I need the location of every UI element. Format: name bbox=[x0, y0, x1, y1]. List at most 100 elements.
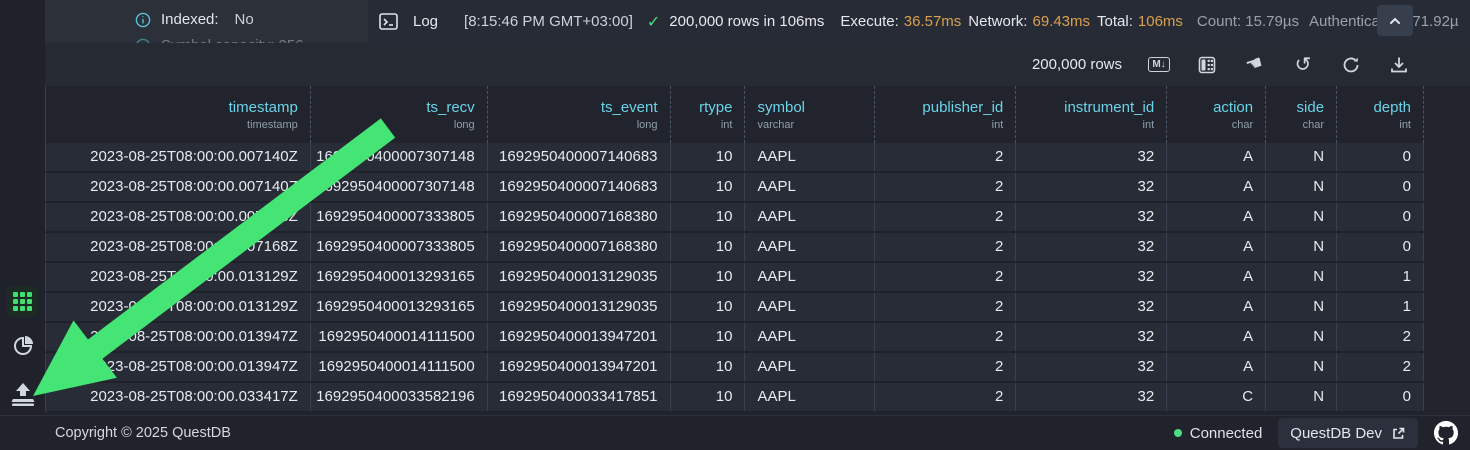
table-body: 2023-08-25T08:00:00.007140Z1692950400007… bbox=[45, 143, 1424, 413]
pointer-hand-icon[interactable]: ☚ bbox=[1244, 54, 1266, 76]
table-cell: 2 bbox=[875, 203, 1016, 231]
indexed-label: Indexed: bbox=[161, 11, 219, 28]
table-cell: 1692950400007307148 bbox=[311, 143, 488, 171]
table-row[interactable]: 2023-08-25T08:00:00.007140Z1692950400007… bbox=[45, 143, 1424, 173]
table-cell: N bbox=[1266, 233, 1337, 261]
table-cell: 1692950400007140683 bbox=[488, 173, 671, 201]
table-cell: 2023-08-25T08:00:00.033417Z bbox=[46, 383, 311, 411]
table-cell: 0 bbox=[1337, 143, 1424, 171]
table-cell: 1692950400007168380 bbox=[488, 203, 671, 231]
table-row[interactable]: 2023-08-25T08:00:00.033417Z1692950400033… bbox=[45, 383, 1424, 413]
table-cell: 2023-08-25T08:00:00.013129Z bbox=[46, 263, 311, 291]
table-cell: 1692950400007333805 bbox=[311, 203, 488, 231]
column-header-symbol[interactable]: symbolvarchar bbox=[745, 86, 875, 143]
table-cell: 1692950400014111500 bbox=[311, 323, 488, 351]
table-cell: 1692950400013947201 bbox=[488, 353, 671, 381]
table-cell: A bbox=[1167, 233, 1266, 261]
table-cell: 2 bbox=[875, 263, 1016, 291]
table-cell: 0 bbox=[1337, 233, 1424, 261]
markdown-export-icon[interactable]: M↓ bbox=[1148, 54, 1170, 76]
table-cell: 10 bbox=[671, 353, 746, 381]
download-icon[interactable] bbox=[1388, 54, 1410, 76]
column-header-timestamp[interactable]: timestamptimestamp bbox=[46, 86, 311, 143]
sidebar-item-import[interactable] bbox=[8, 379, 38, 409]
table-cell: A bbox=[1167, 293, 1266, 321]
column-header-ts_recv[interactable]: ts_recvlong bbox=[311, 86, 488, 143]
table-cell: AAPL bbox=[745, 353, 875, 381]
column-header-publisher_id[interactable]: publisher_idint bbox=[875, 86, 1016, 143]
table-cell: 32 bbox=[1016, 173, 1167, 201]
grid-table-icon bbox=[13, 292, 32, 311]
table-row[interactable]: 2023-08-25T08:00:00.013947Z1692950400014… bbox=[45, 353, 1424, 383]
column-header-instrument_id[interactable]: instrument_idint bbox=[1016, 86, 1167, 143]
column-header-depth[interactable]: depthint bbox=[1337, 86, 1424, 143]
table-row[interactable]: 2023-08-25T08:00:00.013129Z1692950400013… bbox=[45, 293, 1424, 323]
success-check-icon: ✓ bbox=[647, 12, 660, 32]
collapse-panel-button[interactable] bbox=[1377, 5, 1413, 36]
table-row[interactable]: 2023-08-25T08:00:00.013947Z1692950400014… bbox=[45, 323, 1424, 353]
sidebar-item-grid[interactable] bbox=[7, 286, 38, 317]
stat-label: Total: bbox=[1097, 13, 1133, 30]
table-cell: 2 bbox=[875, 353, 1016, 381]
table-cell: AAPL bbox=[745, 383, 875, 411]
table-cell: N bbox=[1266, 293, 1337, 321]
table-cell: AAPL bbox=[745, 143, 875, 171]
table-cell: 1692950400007168380 bbox=[488, 233, 671, 261]
table-cell: N bbox=[1266, 263, 1337, 291]
table-cell: 1692950400007307148 bbox=[311, 173, 488, 201]
query-timestamp: [8:15:46 PM GMT+03:00] bbox=[464, 13, 633, 30]
indexed-value: No bbox=[235, 11, 254, 28]
refresh-icon[interactable] bbox=[1340, 54, 1362, 76]
table-row[interactable]: 2023-08-25T08:00:00.007168Z1692950400007… bbox=[45, 203, 1424, 233]
table-cell: 1692950400007140683 bbox=[488, 143, 671, 171]
table-cell: 2023-08-25T08:00:00.007140Z bbox=[46, 173, 311, 201]
table-cell: 10 bbox=[671, 263, 746, 291]
table-cell: 2023-08-25T08:00:00.007168Z bbox=[46, 233, 311, 261]
table-cell: 1692950400013293165 bbox=[311, 293, 488, 321]
github-icon[interactable] bbox=[1434, 421, 1458, 445]
column-header-ts_event[interactable]: ts_eventlong bbox=[488, 86, 671, 143]
stat-label: Execute: bbox=[840, 13, 898, 30]
count-stat: Count: 15.79µs bbox=[1197, 13, 1299, 30]
table-cell: 2 bbox=[1337, 353, 1424, 381]
table-cell: 1692950400033417851 bbox=[488, 383, 671, 411]
table-cell: 1692950400033582196 bbox=[311, 383, 488, 411]
table-cell: 2023-08-25T08:00:00.013947Z bbox=[46, 353, 311, 381]
table-row[interactable]: 2023-08-25T08:00:00.007168Z1692950400007… bbox=[45, 233, 1424, 263]
history-icon[interactable]: ↺ bbox=[1292, 54, 1314, 76]
table-cell: A bbox=[1167, 323, 1266, 351]
table-cell: 10 bbox=[671, 293, 746, 321]
table-cell: 0 bbox=[1337, 203, 1424, 231]
query-result-text: 200,000 rows in 106ms bbox=[669, 13, 824, 30]
pie-chart-icon bbox=[11, 334, 35, 358]
column-header-side[interactable]: sidechar bbox=[1266, 86, 1337, 143]
table-cell: N bbox=[1266, 143, 1337, 171]
table-cell: 10 bbox=[671, 383, 746, 411]
table-cell: 2023-08-25T08:00:00.007140Z bbox=[46, 143, 311, 171]
stat-value: 36.57ms bbox=[904, 13, 962, 30]
table-cell: N bbox=[1266, 383, 1337, 411]
table-row[interactable]: 2023-08-25T08:00:00.013129Z1692950400013… bbox=[45, 263, 1424, 293]
table-cell: N bbox=[1266, 203, 1337, 231]
grid-toolbar: 200,000 rows M↓ ☚ ↺ bbox=[45, 43, 1470, 86]
column-header-rtype[interactable]: rtypeint bbox=[671, 86, 746, 143]
table-cell: 2 bbox=[1337, 323, 1424, 351]
table-cell: 32 bbox=[1016, 323, 1167, 351]
table-cell: AAPL bbox=[745, 173, 875, 201]
table-row[interactable]: 2023-08-25T08:00:00.007140Z1692950400007… bbox=[45, 173, 1424, 203]
table-cell: 2 bbox=[875, 323, 1016, 351]
columns-freeze-icon[interactable] bbox=[1196, 54, 1218, 76]
sidebar-item-chart[interactable] bbox=[10, 333, 36, 359]
stat-value: 69.43ms bbox=[1032, 13, 1090, 30]
column-header-action[interactable]: actionchar bbox=[1167, 86, 1266, 143]
log-status-bar: Log [8:15:46 PM GMT+03:00] ✓ 200,000 row… bbox=[368, 0, 1470, 43]
table-cell: 10 bbox=[671, 233, 746, 261]
table-cell: 32 bbox=[1016, 353, 1167, 381]
table-cell: 1692950400007333805 bbox=[311, 233, 488, 261]
table-cell: 32 bbox=[1016, 143, 1167, 171]
instance-button[interactable]: QuestDB Dev bbox=[1278, 418, 1418, 448]
log-label[interactable]: Log bbox=[413, 13, 438, 30]
instance-name: QuestDB Dev bbox=[1290, 425, 1382, 442]
chevron-up-icon bbox=[1387, 13, 1403, 29]
table-cell: 10 bbox=[671, 323, 746, 351]
